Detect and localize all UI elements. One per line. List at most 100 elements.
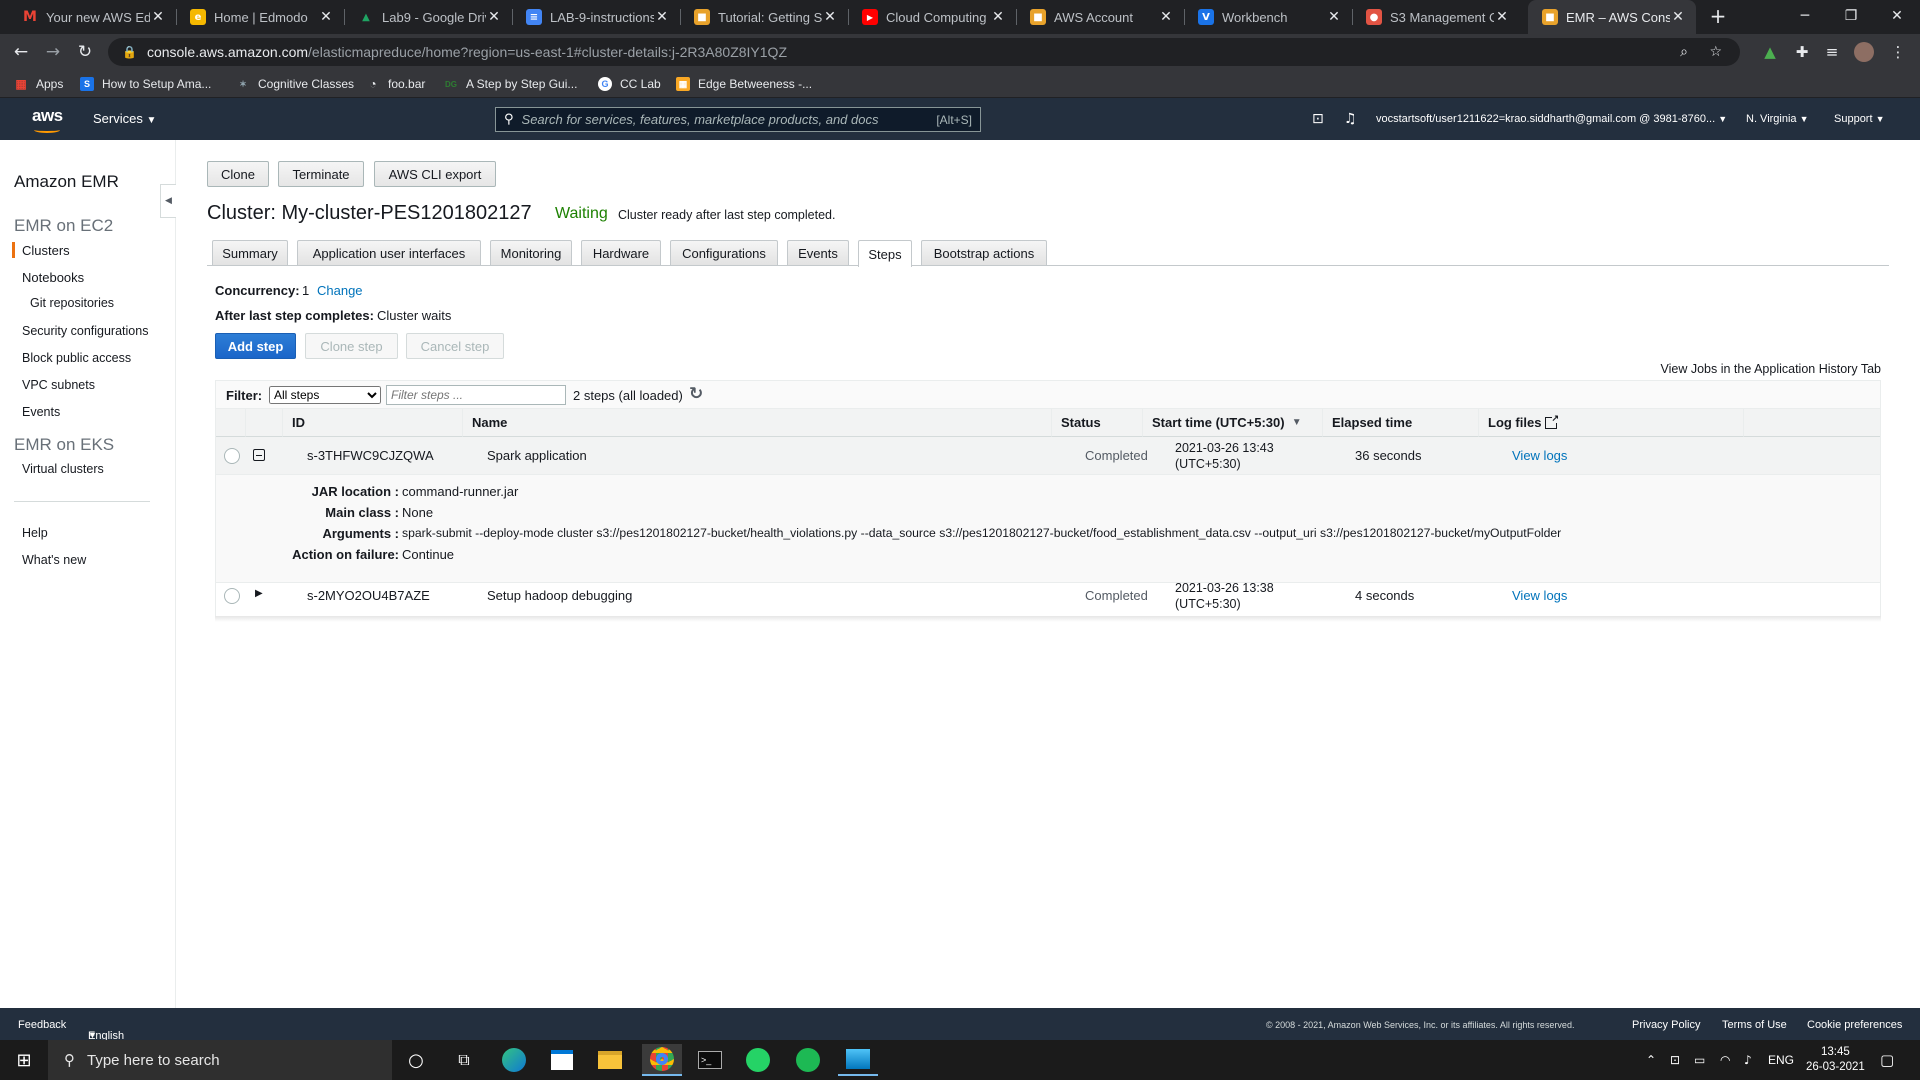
close-tab-icon[interactable]: ✕ bbox=[1158, 9, 1174, 25]
reading-list-icon[interactable]: ≡ bbox=[1818, 34, 1846, 70]
cookie-preferences-link[interactable]: Cookie preferences bbox=[1807, 1019, 1902, 1031]
close-tab-icon[interactable]: ✕ bbox=[990, 9, 1006, 25]
privacy-policy-link[interactable]: Privacy Policy bbox=[1632, 1019, 1700, 1031]
close-tab-icon[interactable]: ✕ bbox=[150, 9, 166, 25]
account-menu[interactable]: vocstartsoft/user1211622=krao.siddharth@… bbox=[1376, 98, 1727, 140]
terminate-button[interactable]: Terminate bbox=[278, 161, 364, 187]
sidebar-section-emr-eks[interactable]: EMR on EKS bbox=[14, 435, 114, 455]
bookmark-apps[interactable]: ▦ Apps bbox=[14, 70, 63, 98]
view-logs-link[interactable]: View logs bbox=[1512, 588, 1567, 603]
back-icon[interactable]: ← bbox=[6, 34, 36, 70]
tab-configurations[interactable]: Configurations bbox=[670, 240, 778, 266]
aws-search-input[interactable] bbox=[521, 112, 937, 127]
tab-bootstrap-actions[interactable]: Bootstrap actions bbox=[921, 240, 1047, 266]
bookmark-item[interactable]: DG A Step by Step Gui... bbox=[444, 70, 577, 98]
expand-row-icon[interactable]: ▶ bbox=[255, 588, 263, 599]
bookmark-item[interactable]: G CC Lab bbox=[598, 70, 661, 98]
browser-tab[interactable]: e Home | Edmodo ✕ bbox=[176, 0, 344, 34]
browser-tab[interactable]: V Workbench ✕ bbox=[1184, 0, 1352, 34]
bookmark-item[interactable]: ✶ Cognitive Classes bbox=[236, 70, 354, 98]
sidebar-item-block-public-access[interactable]: Block public access bbox=[22, 351, 131, 365]
wifi-icon[interactable]: ◠ bbox=[1720, 1040, 1730, 1080]
browser-tab[interactable]: M Your new AWS Educ ✕ bbox=[8, 0, 176, 34]
filter-steps-select[interactable]: All steps bbox=[269, 386, 381, 404]
sidebar-item-whats-new[interactable]: What's new bbox=[22, 553, 86, 567]
sidebar-item-vpc-subnets[interactable]: VPC subnets bbox=[22, 378, 95, 392]
close-tab-icon[interactable]: ✕ bbox=[822, 9, 838, 25]
sidebar-item-clusters[interactable]: Clusters bbox=[22, 243, 70, 258]
sidebar-item-events[interactable]: Events bbox=[22, 405, 60, 419]
volume-icon[interactable]: ♪ bbox=[1744, 1040, 1752, 1080]
header-start-time[interactable]: Start time (UTC+5:30) ▼ bbox=[1143, 409, 1323, 437]
forward-icon[interactable]: → bbox=[38, 34, 68, 70]
collapse-row-icon[interactable] bbox=[253, 449, 265, 461]
clone-step-button[interactable]: Clone step bbox=[305, 333, 398, 359]
close-tab-icon[interactable]: ✕ bbox=[1494, 9, 1510, 25]
zoom-search-icon[interactable]: ⌕ bbox=[1680, 44, 1688, 60]
sidebar-item-virtual-clusters[interactable]: Virtual clusters bbox=[22, 462, 104, 476]
tab-hardware[interactable]: Hardware bbox=[581, 240, 661, 266]
browser-tab[interactable]: ▶ Cloud Computing L ✕ bbox=[848, 0, 1016, 34]
windows-start-icon[interactable]: ⊞ bbox=[4, 1044, 44, 1076]
reload-icon[interactable]: ↻ bbox=[70, 34, 100, 70]
minimize-icon[interactable]: ─ bbox=[1782, 0, 1828, 32]
sidebar-collapse-button[interactable]: ◀ bbox=[160, 184, 176, 218]
sidebar-item-help[interactable]: Help bbox=[22, 526, 48, 540]
sidebar-title[interactable]: Amazon EMR bbox=[14, 172, 119, 192]
add-step-button[interactable]: Add step bbox=[215, 333, 296, 359]
browser-tab[interactable]: ■ AWS Account ✕ bbox=[1016, 0, 1184, 34]
row-select-radio[interactable] bbox=[224, 588, 240, 604]
aws-logo[interactable]: aws bbox=[32, 106, 63, 133]
header-elapsed-time[interactable]: Elapsed time bbox=[1323, 409, 1479, 437]
photos-icon[interactable] bbox=[838, 1044, 878, 1076]
google-drive-extension-icon[interactable]: ▲ bbox=[1756, 34, 1784, 70]
sidebar-item-security-configurations[interactable]: Security configurations bbox=[22, 324, 148, 338]
browser-tab[interactable]: ■ Tutorial: Getting Sta ✕ bbox=[680, 0, 848, 34]
services-menu[interactable]: Services ▼ bbox=[93, 111, 156, 126]
taskbar-clock[interactable]: 13:45 26-03-2021 bbox=[1806, 1040, 1865, 1080]
support-menu[interactable]: Support ▼ bbox=[1834, 98, 1885, 140]
sidebar-item-notebooks[interactable]: Notebooks bbox=[22, 270, 84, 285]
notifications-icon[interactable]: ▢ bbox=[1880, 1040, 1894, 1080]
bookmark-item[interactable]: S How to Setup Ama... bbox=[80, 70, 211, 98]
close-tab-icon[interactable]: ✕ bbox=[654, 9, 670, 25]
view-logs-link[interactable]: View logs bbox=[1512, 448, 1567, 463]
tab-summary[interactable]: Summary bbox=[212, 240, 288, 266]
aws-cli-export-button[interactable]: AWS CLI export bbox=[374, 161, 496, 187]
close-tab-icon[interactable]: ✕ bbox=[1670, 9, 1686, 25]
aws-search-box[interactable]: ⚲ [Alt+S] bbox=[495, 107, 981, 132]
task-view-icon[interactable]: ⧉ bbox=[444, 1044, 484, 1076]
close-window-icon[interactable]: ✕ bbox=[1874, 0, 1920, 32]
bookmark-item[interactable]: ▦ Edge Betweeness -... bbox=[676, 70, 812, 98]
browser-tab[interactable]: ● S3 Management Co ✕ bbox=[1352, 0, 1520, 34]
sidebar-section-emr-ec2[interactable]: EMR on EC2 bbox=[14, 216, 113, 236]
change-concurrency-link[interactable]: Change bbox=[317, 283, 363, 298]
tab-monitoring[interactable]: Monitoring bbox=[490, 240, 572, 266]
profile-avatar[interactable] bbox=[1850, 34, 1878, 70]
restore-icon[interactable]: ❐ bbox=[1828, 0, 1874, 32]
cloudshell-icon[interactable]: ⊡ bbox=[1312, 98, 1324, 140]
header-id[interactable]: ID bbox=[283, 409, 463, 437]
terminal-icon[interactable]: >_ bbox=[690, 1044, 730, 1076]
store-icon[interactable] bbox=[542, 1044, 582, 1076]
header-log-files[interactable]: Log files ↗ bbox=[1479, 409, 1744, 437]
chrome-icon[interactable] bbox=[642, 1044, 682, 1076]
bookmark-item[interactable]: ◔ foo.bar bbox=[366, 70, 425, 98]
address-bar[interactable]: 🔒 console.aws.amazon.com/elasticmapreduc… bbox=[108, 38, 1740, 66]
refresh-icon[interactable]: ↻ bbox=[689, 384, 703, 404]
sidebar-item-git-repositories[interactable]: Git repositories bbox=[30, 296, 114, 310]
tab-application-user-interfaces[interactable]: Application user interfaces bbox=[297, 240, 481, 266]
feedback-link[interactable]: Feedback bbox=[18, 1019, 66, 1031]
taskbar-search-box[interactable]: ⚲ Type here to search bbox=[48, 1040, 392, 1080]
cortana-icon[interactable]: ○ bbox=[396, 1044, 436, 1076]
bookmark-star-icon[interactable]: ☆ bbox=[1709, 44, 1722, 60]
cancel-step-button[interactable]: Cancel step bbox=[406, 333, 504, 359]
browser-tab-active[interactable]: ■ EMR – AWS Consol ✕ bbox=[1528, 0, 1696, 34]
browser-menu-icon[interactable]: ⋮ bbox=[1884, 34, 1912, 70]
browser-tab[interactable]: ≡ LAB-9-instructions.d ✕ bbox=[512, 0, 680, 34]
close-tab-icon[interactable]: ✕ bbox=[1326, 9, 1342, 25]
view-jobs-history-link[interactable]: View Jobs in the Application History Tab bbox=[1661, 362, 1882, 376]
extensions-puzzle-icon[interactable]: ✚ bbox=[1788, 34, 1816, 70]
file-explorer-icon[interactable] bbox=[590, 1044, 630, 1076]
clone-cluster-button[interactable]: Clone bbox=[207, 161, 269, 187]
